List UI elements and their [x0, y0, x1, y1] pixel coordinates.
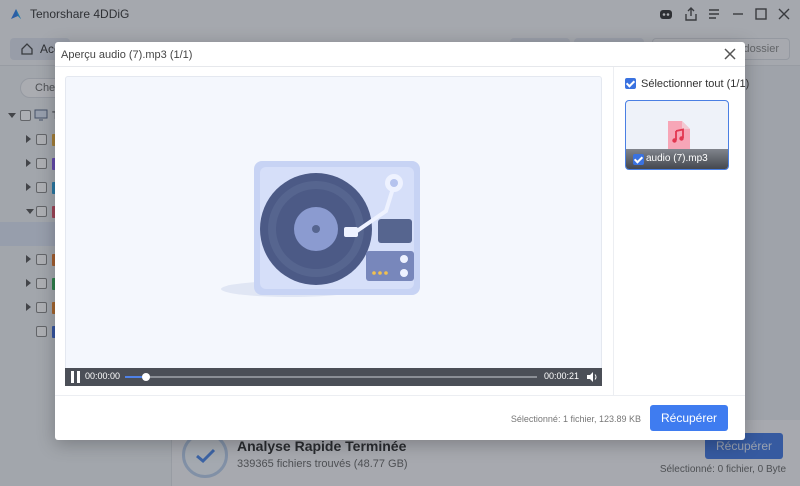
selection-status: Sélectionné: 1 fichier, 123.89 KB	[510, 414, 641, 424]
select-all-label: Sélectionner tout (1/1)	[641, 78, 750, 90]
total-time: 00:00:21	[544, 371, 580, 381]
file-thumbnail[interactable]: audio (7).mp3	[625, 100, 729, 170]
music-file-icon	[668, 121, 690, 149]
footer-divider	[55, 395, 745, 396]
audio-player-bar: 00:00:00 00:00:21	[65, 368, 602, 386]
pause-button[interactable]	[71, 371, 81, 383]
seek-handle[interactable]	[141, 373, 150, 381]
current-time: 00:00:00	[85, 371, 121, 381]
panel-divider	[613, 67, 614, 395]
recover-button[interactable]: Récupérer	[650, 405, 728, 431]
dialog-title: Aperçu audio (7).mp3 (1/1)	[61, 49, 193, 61]
select-all-checkbox[interactable]: Sélectionner tout (1/1)	[625, 78, 749, 92]
file-name: audio (7).mp3	[646, 153, 708, 164]
audio-preview-area	[65, 76, 602, 386]
checkbox-checked-icon[interactable]	[625, 78, 636, 89]
dialog-divider	[55, 66, 745, 67]
file-checkbox[interactable]	[633, 154, 644, 165]
turntable-illustration	[221, 161, 420, 297]
seek-slider[interactable]	[125, 373, 537, 381]
volume-icon[interactable]	[586, 371, 598, 383]
thumbnail-caption: audio (7).mp3	[626, 149, 728, 169]
close-icon[interactable]	[723, 47, 737, 61]
preview-dialog: Aperçu audio (7).mp3 (1/1) 00:00:00 00:0…	[55, 42, 749, 440]
